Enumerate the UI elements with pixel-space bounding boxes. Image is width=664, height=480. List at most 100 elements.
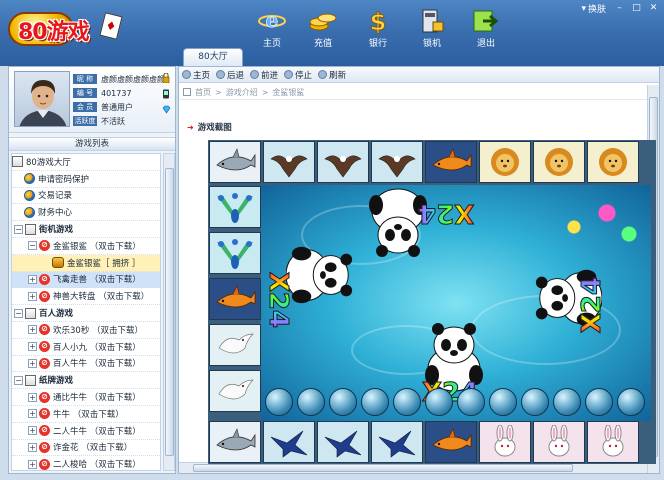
expand-toggle[interactable]: +	[28, 274, 37, 284]
refresh-button[interactable]: 刷新	[318, 69, 346, 81]
eagle-tile	[263, 141, 315, 183]
crumb-intro[interactable]: 游戏介绍	[226, 87, 258, 98]
section-arrow-icon: ➜	[187, 122, 194, 132]
section-title: 游戏截图	[197, 123, 232, 133]
scrollbar-thumb[interactable]	[165, 168, 174, 456]
multiplier-label: X24	[577, 276, 608, 334]
game-tree: 80游戏大厅 申请密码保护 交易记录 财务中心 − 街机游戏 − ⊘ 金鲨银鲨 （双击…	[11, 153, 161, 471]
tab-lobby[interactable]: 80大厅	[183, 48, 243, 66]
left-panel: 昵 称虚颜虚颜虚颜虚颜 编 号 401737 会 员普通用户 活跃度 不活跃 游戏列…	[8, 66, 176, 474]
tree-item-showhand[interactable]: + ⊘ 二人梭哈 （双击下载）	[12, 456, 160, 470]
tree-item-baccarat9[interactable]: + ⊘ 百人小九 （双击下载）	[12, 339, 160, 356]
tree-item-hundred-niuniu[interactable]: + ⊘ 百人牛牛 （双击下载）	[12, 356, 160, 373]
member-value: 普通用户	[101, 102, 133, 112]
tree-group-hundred[interactable]: − 百人游戏	[12, 305, 160, 322]
user-info-panel: 昵 称虚颜虚颜虚颜虚颜 编 号 401737 会 员普通用户 活跃度 不活跃	[9, 67, 175, 133]
crumb-home[interactable]: 首页	[195, 87, 211, 98]
bubble-monkey-icon	[393, 388, 421, 416]
collapse-toggle[interactable]: −	[28, 241, 37, 251]
tree-item-birds-beasts[interactable]: + ⊘ 飞禽走兽 （双击下载）	[12, 271, 160, 289]
bubble-dove-icon	[329, 388, 357, 416]
swallow-tile	[317, 421, 369, 463]
tree-item-happy30[interactable]: + ⊘ 欢乐30秒 （双击下载）	[12, 322, 160, 339]
home-button[interactable]: 主页	[182, 69, 210, 81]
download-icon: ⊘	[39, 408, 50, 420]
skin-switch-button[interactable]: ▾ 换肤	[578, 2, 609, 16]
id-key: 编 号	[73, 88, 97, 98]
lock-icon[interactable]	[162, 73, 170, 83]
tab-bar: 80大厅	[0, 46, 664, 66]
tree-item-zhajinhua[interactable]: + ⊘ 诈金花 （双击下载）	[12, 440, 160, 457]
expand-toggle[interactable]: +	[28, 426, 37, 436]
nav-recharge-button[interactable]: 充值	[303, 8, 343, 49]
expand-toggle[interactable]: +	[28, 358, 37, 368]
tree-item-transactions[interactable]: 交易记录	[12, 188, 160, 205]
tree-item-finance[interactable]: 财务中心	[12, 204, 160, 222]
download-icon: ⊘	[39, 273, 50, 285]
tree-item-tongbi-niuniu[interactable]: + ⊘ 通比牛牛 （双击下载）	[12, 389, 160, 406]
scrollbar-thumb[interactable]	[193, 464, 573, 472]
download-icon: ⊘	[39, 240, 50, 252]
expand-toggle[interactable]: +	[28, 291, 37, 301]
dove-icon	[218, 333, 254, 354]
tree-item-two-niuniu[interactable]: + ⊘ 二人牛牛 （双击下载）	[12, 423, 160, 440]
id-value: 401737	[101, 88, 132, 98]
home-icon	[182, 70, 191, 79]
tree-item-niuniu[interactable]: + ⊘ 牛牛 （双击下载）	[12, 406, 160, 423]
forward-button[interactable]: 前进	[250, 69, 278, 81]
expand-toggle[interactable]: +	[28, 442, 37, 452]
nav-bank-button[interactable]: $ 银行	[358, 8, 398, 49]
tree-scrollbar[interactable]	[163, 153, 175, 471]
nav-lock-button[interactable]: 锁机	[412, 8, 452, 49]
gold-shark-tile	[425, 421, 477, 463]
eagle-icon	[378, 155, 416, 178]
bubble-shark-icon	[425, 388, 453, 416]
bubble-panda-icon	[457, 388, 485, 416]
tree-group-arcade[interactable]: − 街机游戏	[12, 221, 160, 238]
restore-button[interactable]: □	[630, 3, 643, 14]
tree-item-beast-wheel[interactable]: + ⊘ 神兽大转盘 （双击下载）	[12, 288, 160, 306]
stop-button[interactable]: 停止	[284, 69, 312, 81]
expand-toggle[interactable]: +	[28, 342, 37, 352]
stop-icon	[284, 70, 294, 79]
eagle-icon	[324, 155, 362, 178]
bubble-eagle-icon	[553, 388, 581, 416]
nav-home-button[interactable]: e 主页	[252, 8, 292, 49]
gold-shark-icon	[216, 285, 256, 308]
expand-toggle[interactable]: +	[28, 459, 37, 469]
collapse-toggle[interactable]: −	[14, 224, 23, 234]
expand-toggle[interactable]: +	[28, 325, 37, 335]
tree-item-lobby[interactable]: 80游戏大厅	[12, 154, 160, 171]
dove-tile	[209, 370, 261, 412]
tree-group-cards[interactable]: − 纸牌游戏	[12, 372, 160, 390]
logo-text: 80游戏	[18, 20, 90, 45]
collapse-toggle[interactable]: −	[14, 308, 23, 318]
phone-icon[interactable]	[162, 89, 170, 99]
svg-text:e: e	[266, 8, 279, 32]
nickname-value: 虚颜虚颜虚颜虚颜	[101, 74, 165, 84]
expand-toggle[interactable]: +	[28, 392, 37, 402]
tree-item-shark-room[interactable]: 金鲨银鲨［ 拥挤 ］	[12, 254, 160, 272]
bet-bubble-row	[261, 385, 651, 419]
bubble-lion-icon	[521, 388, 549, 416]
nav-exit-button[interactable]: 退出	[466, 8, 506, 49]
ie-icon: e	[257, 8, 287, 34]
back-button[interactable]: 后退	[216, 69, 244, 81]
peacock-icon	[217, 239, 253, 269]
diamond-icon[interactable]	[162, 105, 171, 114]
tree-item-shark[interactable]: − ⊘ 金鲨银鲨 （双击下载）	[12, 238, 160, 255]
close-button[interactable]: ✕	[647, 3, 660, 14]
globe-icon	[24, 189, 35, 201]
activity-key: 活跃度	[73, 116, 97, 126]
bubble-rabbit-icon	[361, 388, 389, 416]
tree-item-password-protect[interactable]: 申请密码保护	[12, 171, 160, 188]
minimize-button[interactable]: –	[613, 3, 626, 14]
expand-toggle[interactable]: +	[28, 409, 37, 419]
collapse-toggle[interactable]: −	[14, 375, 23, 385]
globe-icon	[24, 206, 35, 218]
rabbit-tile	[479, 421, 531, 463]
shark-tile	[209, 421, 261, 463]
avatar[interactable]	[14, 71, 70, 127]
lion-tile	[533, 141, 585, 183]
app-logo: 80游戏 ♦	[8, 10, 128, 46]
